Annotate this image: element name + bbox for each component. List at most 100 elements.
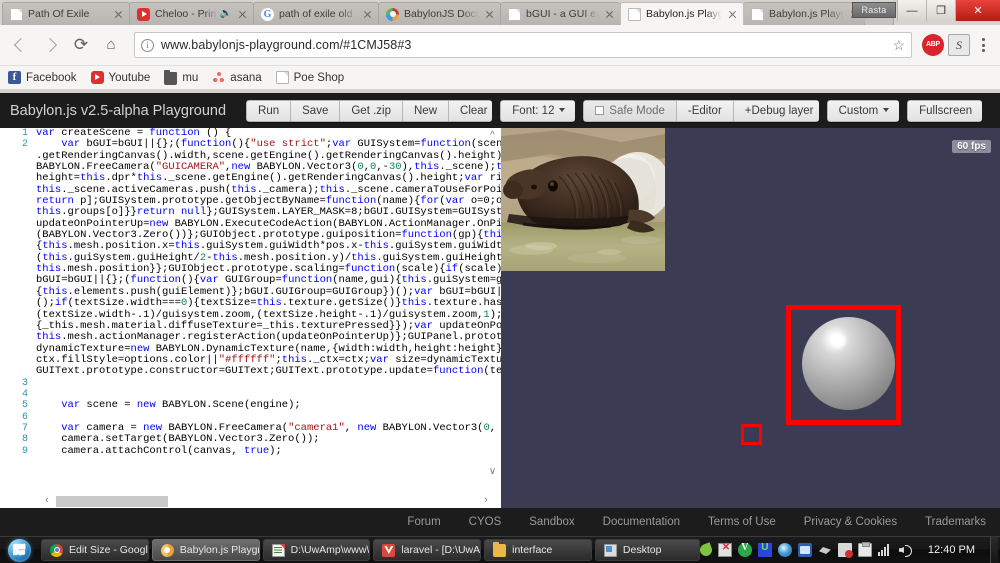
show-desktop-button[interactable] [990, 536, 998, 563]
footer-link-sandbox[interactable]: Sandbox [529, 516, 574, 528]
taskbar-button-label: Babylon.js Playgrou... [179, 544, 259, 556]
taskbar-button-babylonjs[interactable]: Babylon.js Playgrou... [151, 539, 260, 561]
3d-sphere-mesh[interactable] [802, 317, 895, 410]
folder-icon [493, 542, 507, 557]
utorrent-icon[interactable] [757, 542, 772, 557]
bookmark-star-icon[interactable]: ☆ [892, 37, 905, 54]
maximize-button[interactable]: ❐ [926, 0, 955, 21]
scroll-right-icon[interactable]: › [479, 494, 493, 508]
render-canvas[interactable]: 60 fps [501, 128, 1000, 508]
excel-close-icon[interactable] [717, 542, 733, 557]
get-zip-button[interactable]: Get .zip [340, 99, 403, 122]
taskbar-button-label: D:\UwAmp\www\b... [290, 544, 370, 556]
signal-bars-icon[interactable] [877, 543, 892, 557]
start-button[interactable] [0, 537, 38, 563]
back-icon[interactable] [8, 32, 34, 58]
horizontal-scroll-thumb[interactable] [56, 496, 168, 507]
new-button[interactable]: New [403, 99, 450, 122]
taskbar-button-notepadpp[interactable]: D:\UwAmp\www\b... [262, 539, 371, 561]
vlc-icon[interactable] [737, 542, 752, 557]
close-tab-icon[interactable] [726, 8, 739, 21]
page-icon [275, 71, 289, 84]
code-editor-content[interactable]: 1 var createScene = function () {2 var bG… [0, 128, 501, 457]
browser-tab-3[interactable]: G path of exile old sc [253, 2, 379, 25]
taskbar-button-label: Desktop [622, 544, 662, 556]
disc-icon[interactable] [777, 543, 792, 557]
close-tab-icon[interactable] [603, 8, 616, 21]
close-tab-icon[interactable] [112, 8, 125, 21]
clear-button[interactable]: Clear [449, 99, 493, 122]
browser-tab-2[interactable]: Cheloo - Primel 🔊 [129, 2, 254, 25]
playground-toolbar: Babylon.js v2.5-alpha Playground Run Sav… [0, 93, 1000, 128]
safe-mode-label: Safe Mode [609, 104, 665, 117]
browser-tab-7[interactable]: Babylon.js Playgrou [743, 2, 866, 25]
leaf-icon[interactable] [698, 542, 714, 558]
bookmark-poe-shop[interactable]: Poe Shop [275, 71, 344, 84]
scroll-up-icon[interactable]: ^ [487, 130, 498, 142]
taskbar-button-desktop[interactable]: Desktop [594, 539, 700, 561]
minimize-button[interactable]: — [897, 0, 926, 21]
browser-tab-4[interactable]: BabylonJS Docume [378, 2, 501, 25]
taskbar-button-laravel[interactable]: laravel - [D:\UwAmp... [373, 539, 482, 561]
fullscreen-button-group: Fullscreen [907, 99, 982, 122]
bookmark-youtube[interactable]: Youtube [90, 71, 150, 84]
system-tray: 12:40 PM [698, 536, 1000, 563]
network-error-icon[interactable] [837, 543, 853, 558]
scroll-left-icon[interactable]: ‹ [40, 494, 54, 508]
custom-button-group: Custom [826, 99, 900, 122]
profile-name-button[interactable]: Rasta [852, 2, 896, 18]
editor-vertical-scrollbar[interactable]: ^ ∨ [485, 128, 499, 508]
font-size-dropdown[interactable]: Font: 12 [500, 99, 576, 122]
babylonjs-icon [160, 543, 174, 557]
close-window-button[interactable]: ✕ [955, 0, 1000, 21]
footer-link-trademarks[interactable]: Trademarks [925, 516, 986, 528]
scroll-down-icon[interactable]: ∨ [487, 466, 498, 478]
taskbar-button-interface[interactable]: interface [484, 539, 592, 561]
sync-icon[interactable] [797, 543, 812, 557]
footer-link-documentation[interactable]: Documentation [603, 516, 680, 528]
address-bar[interactable]: i www.babylonjs-playground.com/#1CMJ58#3… [134, 32, 912, 58]
taskbar-clock[interactable]: 12:40 PM [918, 544, 984, 556]
screen: Path Of Exile Cheloo - Primel 🔊 G path o… [0, 0, 1000, 563]
bookmark-mu[interactable]: mu [164, 69, 198, 85]
toggle-editor-button[interactable]: -Editor [676, 99, 734, 122]
save-button[interactable]: Save [291, 99, 341, 122]
home-icon[interactable]: ⌂ [98, 32, 124, 58]
browser-tab-5[interactable]: bGUI - a GUI exten [500, 2, 621, 25]
forward-icon[interactable] [38, 32, 64, 58]
mute-tab-icon[interactable]: 🔊 [220, 8, 232, 20]
run-button[interactable]: Run [246, 99, 292, 122]
footer-link-forum[interactable]: Forum [407, 516, 440, 528]
safe-mode-toggle[interactable]: Safe Mode [583, 99, 677, 122]
checkbox-icon[interactable] [595, 105, 605, 115]
clipboard-icon[interactable] [857, 541, 872, 557]
bookmark-facebook[interactable]: f Facebook [8, 71, 77, 84]
volume-icon[interactable] [898, 543, 912, 557]
tab-title: BabylonJS Docume [404, 8, 479, 20]
editor-horizontal-scrollbar[interactable]: ‹ › [0, 494, 501, 508]
close-tab-icon[interactable] [236, 8, 249, 21]
custom-dropdown[interactable]: Custom [826, 99, 900, 122]
toggle-debug-layer-button[interactable]: +Debug layer [733, 99, 819, 122]
footer-link-terms-of-use[interactable]: Terms of Use [708, 516, 776, 528]
close-tab-icon[interactable] [483, 8, 496, 21]
bookmark-asana[interactable]: asana [212, 71, 262, 84]
taskbar-button-chrome[interactable]: Edit Size - Google C... [41, 539, 149, 561]
reload-icon[interactable]: ⟳ [68, 32, 94, 58]
footer-link-cyos[interactable]: CYOS [469, 516, 502, 528]
footer-link-privacy-cookies[interactable]: Privacy & Cookies [804, 516, 897, 528]
tab-title: Babylon.js Playgrou [769, 8, 844, 20]
fullscreen-button[interactable]: Fullscreen [907, 99, 982, 122]
browser-tab-6-active[interactable]: Babylon.js Playgrou [620, 2, 744, 25]
tab-title: Path Of Exile [28, 8, 90, 20]
adblock-extension-icon[interactable]: ABP [922, 34, 944, 56]
chrome-menu-icon[interactable] [974, 34, 992, 56]
code-editor[interactable]: 1 var createScene = function () {2 var bG… [0, 128, 501, 508]
browser-tab-1[interactable]: Path Of Exile [2, 2, 130, 25]
site-info-icon[interactable]: i [141, 38, 154, 52]
page-icon [628, 7, 641, 21]
network-icon[interactable] [818, 543, 832, 557]
chevron-down-icon [883, 108, 890, 113]
s-extension-icon[interactable]: S [948, 34, 970, 56]
close-tab-icon[interactable] [361, 8, 374, 21]
